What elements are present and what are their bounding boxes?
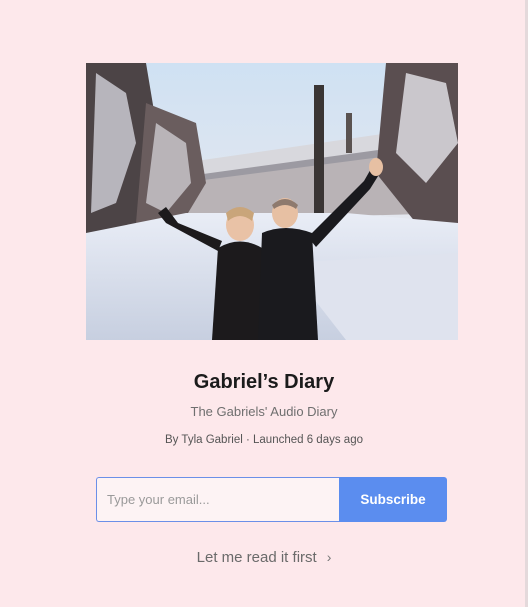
publication-title: Gabriel’s Diary xyxy=(193,371,335,393)
email-input[interactable] xyxy=(96,477,339,522)
read-first-link[interactable]: Let me read it first › xyxy=(0,549,528,566)
publication-tagline: The Gabriels' Audio Diary xyxy=(190,404,338,419)
read-first-label: Let me read it first xyxy=(196,549,317,566)
cover-photo xyxy=(86,63,458,340)
subscribe-button[interactable]: Subscribe xyxy=(339,477,447,522)
subscribe-form: Subscribe xyxy=(96,477,447,522)
publication-byline: By Tyla Gabriel · Launched 6 days ago xyxy=(165,434,363,446)
chevron-right-icon: › xyxy=(326,549,332,565)
